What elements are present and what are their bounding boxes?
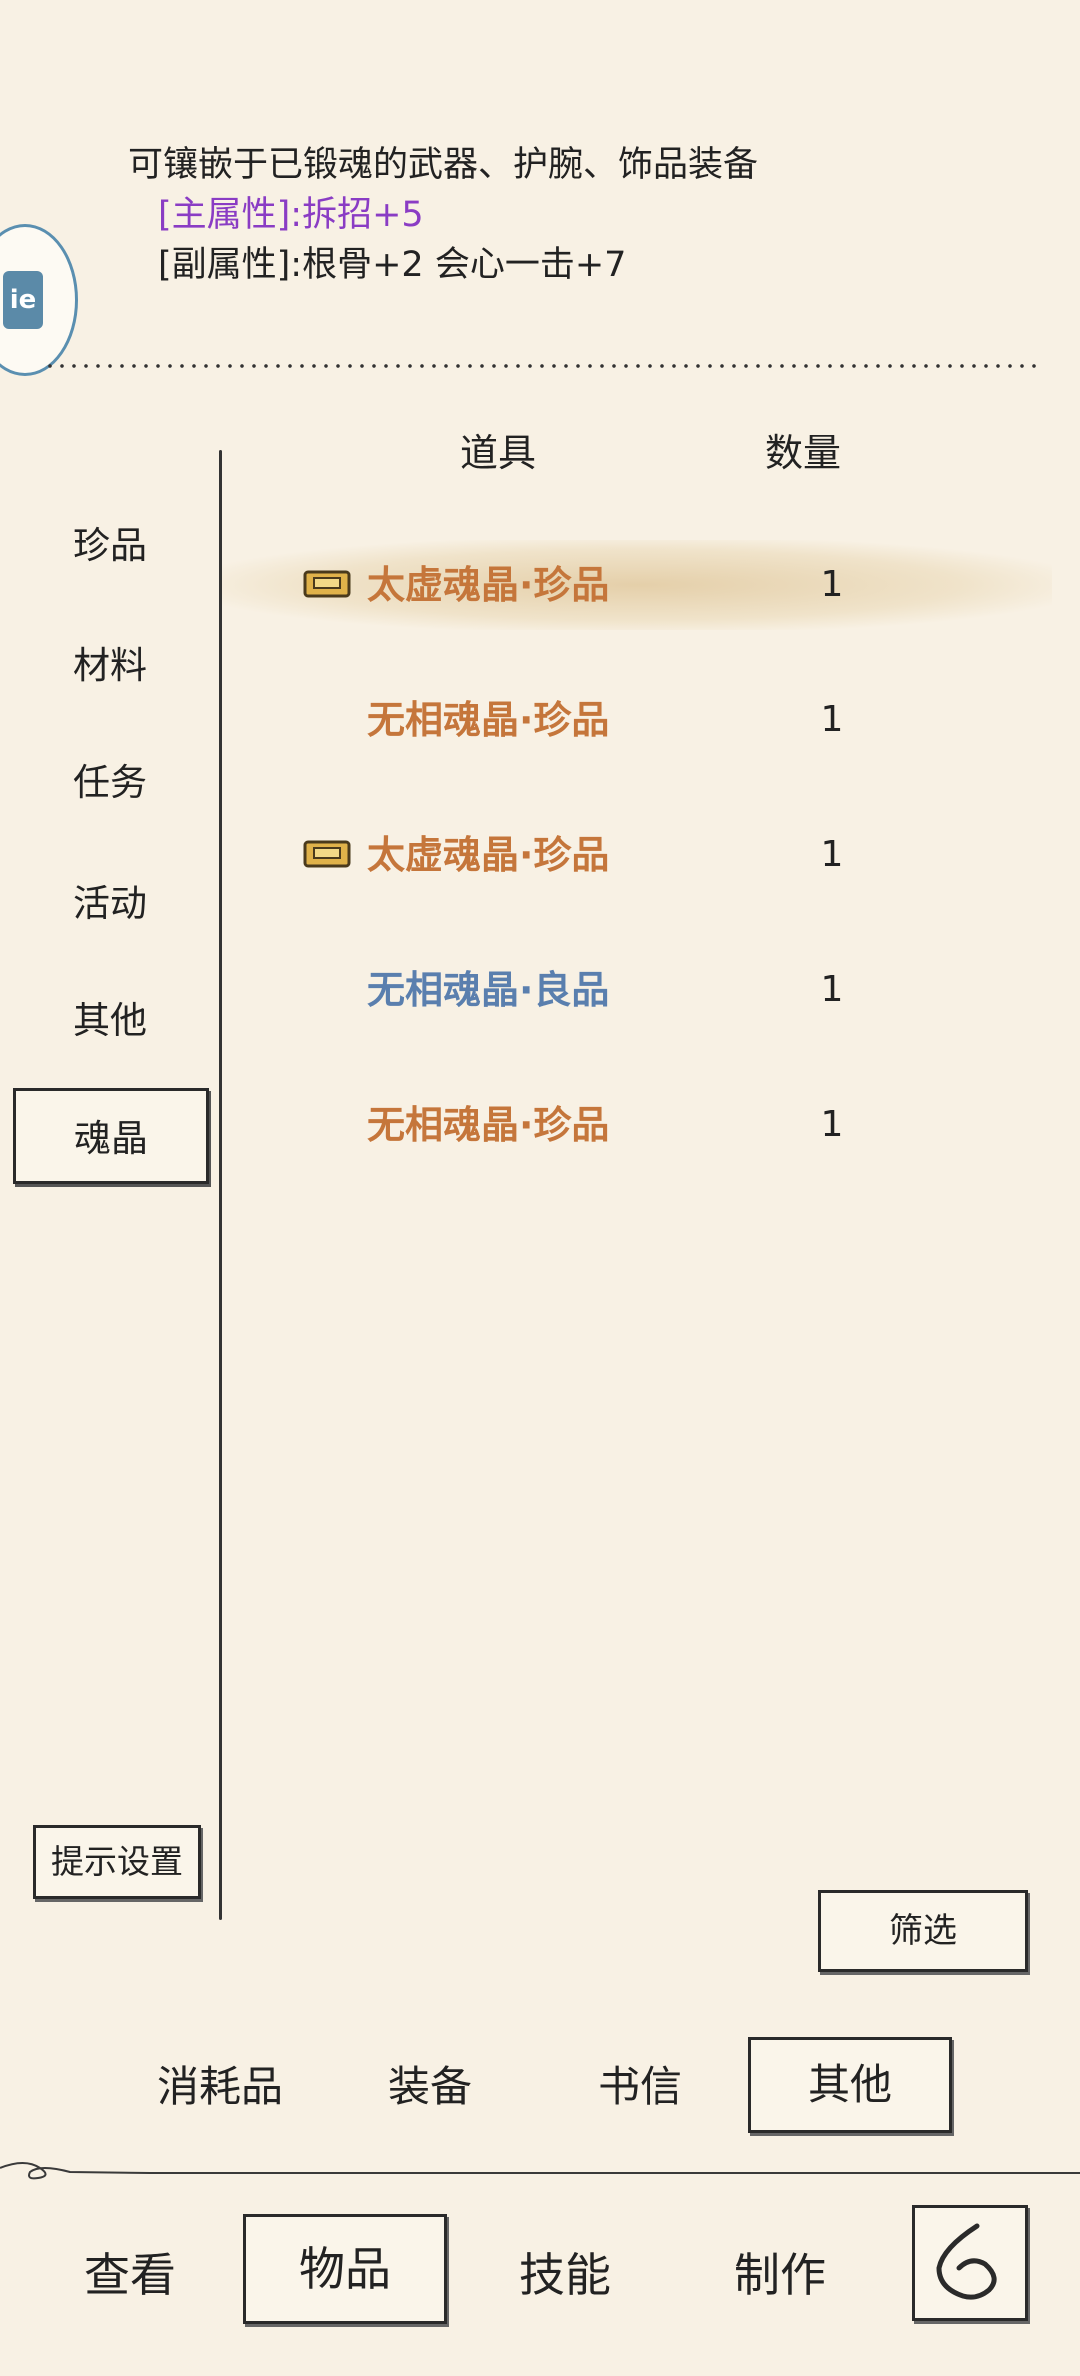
item-quantity: 1 <box>820 969 844 1010</box>
back-button[interactable] <box>912 2205 1028 2321</box>
lock-icon <box>303 570 351 598</box>
lock-icon <box>303 840 351 868</box>
avatar-chip: ie <box>3 271 43 329</box>
item-name: 太虚魂晶·珍品 <box>367 833 610 877</box>
item-quantity: 1 <box>820 834 844 875</box>
item-quantity: 1 <box>820 1104 844 1145</box>
tab-other[interactable]: 其他 <box>748 2037 952 2133</box>
table-row[interactable]: 无相魂晶·良品 1 <box>222 945 1052 1035</box>
sub-attribute: [副属性]:根骨+2 会心一击+7 <box>158 245 627 285</box>
category-other[interactable]: 其他 <box>10 990 210 1044</box>
category-quest[interactable]: 任务 <box>10 752 210 806</box>
item-quantity: 1 <box>820 564 844 605</box>
swirl-icon <box>0 2162 150 2180</box>
nav-craft[interactable]: 制作 <box>700 2230 860 2320</box>
tab-consumables[interactable]: 消耗品 <box>140 2050 300 2124</box>
table-row[interactable]: 无相魂晶·珍品 1 <box>222 1080 1052 1170</box>
category-event[interactable]: 活动 <box>10 873 210 927</box>
main-attribute: [主属性]:拆招+5 <box>158 195 424 235</box>
header-item: 道具 <box>460 431 537 475</box>
description-text: 可镶嵌于已锻魂的武器、护腕、饰品装备 <box>128 145 759 185</box>
nav-skills[interactable]: 技能 <box>485 2230 645 2320</box>
tab-equipment[interactable]: 装备 <box>360 2050 500 2124</box>
nav-separator <box>0 2158 1080 2180</box>
item-quantity: 1 <box>820 699 844 740</box>
table-row[interactable]: 无相魂晶·珍品 1 <box>222 675 1052 765</box>
item-name: 无相魂晶·珍品 <box>367 1103 610 1147</box>
avatar[interactable]: ie <box>0 224 78 376</box>
header-quantity: 数量 <box>765 431 842 475</box>
item-description: 可镶嵌于已锻魂的武器、护腕、饰品装备 [主属性]:拆招+5 [副属性]:根骨+2… <box>128 140 758 290</box>
filter-button[interactable]: 筛选 <box>818 1890 1028 1972</box>
back-arrow-icon <box>936 2223 997 2300</box>
category-material[interactable]: 材料 <box>10 635 210 689</box>
item-name: 无相魂晶·珍品 <box>367 698 610 742</box>
category-soul-crystal[interactable]: 魂晶 <box>13 1088 209 1184</box>
nav-items[interactable]: 物品 <box>243 2214 447 2324</box>
vertical-divider <box>219 450 222 1920</box>
tab-letters[interactable]: 书信 <box>570 2050 710 2124</box>
dotted-divider <box>44 362 1038 370</box>
table-row[interactable]: 太虚魂晶·珍品 1 <box>222 540 1052 630</box>
category-treasure[interactable]: 珍品 <box>10 515 210 569</box>
hint-settings-button[interactable]: 提示设置 <box>33 1825 201 1899</box>
item-name: 无相魂晶·良品 <box>367 968 610 1012</box>
item-name: 太虚魂晶·珍品 <box>367 563 610 607</box>
nav-view[interactable]: 查看 <box>50 2230 210 2320</box>
table-row[interactable]: 太虚魂晶·珍品 1 <box>222 810 1052 900</box>
